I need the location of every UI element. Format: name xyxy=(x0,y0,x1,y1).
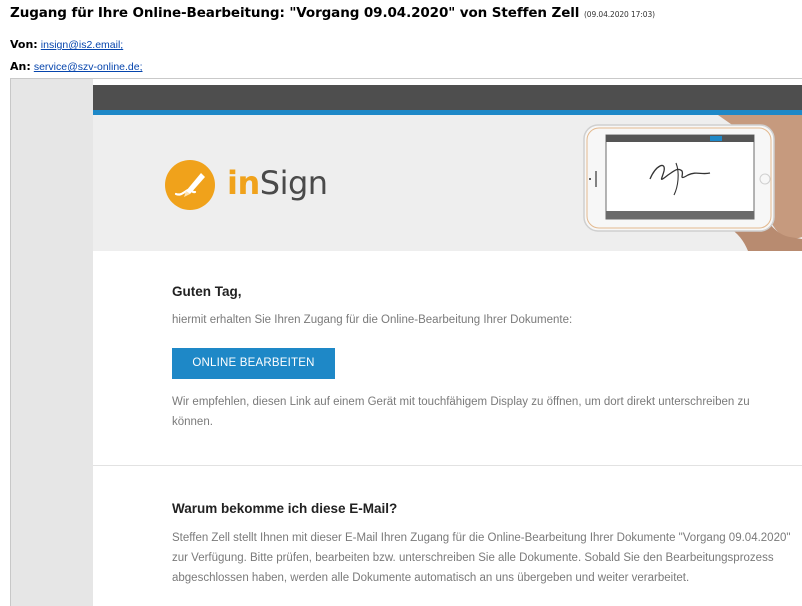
intro-text: hiermit erhalten Sie Ihren Zugang für di… xyxy=(172,314,573,326)
from-label: Von: xyxy=(10,38,38,51)
mail-header: Zugang für Ihre Online-Bearbeitung: "Vor… xyxy=(0,0,802,78)
email-top-bar xyxy=(93,85,802,110)
left-gutter xyxy=(10,79,93,606)
mail-date: (09.04.2020 17:03) xyxy=(583,10,655,19)
section-divider xyxy=(93,465,802,466)
to-row: An: service@szv-online.de; xyxy=(10,60,143,73)
to-address-link[interactable]: service@szv-online.de; xyxy=(34,61,143,73)
from-address-link[interactable]: insign@is2.email; xyxy=(41,39,123,51)
to-label: An: xyxy=(10,60,31,73)
insign-logo-icon xyxy=(165,160,215,210)
insign-logo-text: inSign xyxy=(227,164,328,202)
email-banner: inSign xyxy=(93,115,802,251)
online-edit-button[interactable]: ONLINE BEARBEITEN xyxy=(172,348,335,379)
from-row: Von: insign@is2.email; xyxy=(10,38,123,51)
phone-signature-image xyxy=(578,115,802,251)
mail-subject: Zugang für Ihre Online-Bearbeitung: "Vor… xyxy=(10,5,655,21)
subject-text: Zugang für Ihre Online-Bearbeitung: "Vor… xyxy=(10,5,580,21)
logo-text-prefix: in xyxy=(227,164,260,202)
recommendation-text: Wir empfehlen, diesen Link auf einem Ger… xyxy=(172,396,750,428)
gutter-border xyxy=(10,79,11,606)
why-text: Steffen Zell stellt Ihnen mit dieser E-M… xyxy=(172,532,791,584)
header-divider xyxy=(10,78,802,79)
insign-logo: inSign xyxy=(165,158,365,218)
why-heading: Warum bekomme ich diese E-Mail? xyxy=(172,501,398,516)
logo-text-suffix: Sign xyxy=(259,164,328,202)
greeting-heading: Guten Tag, xyxy=(172,284,242,299)
